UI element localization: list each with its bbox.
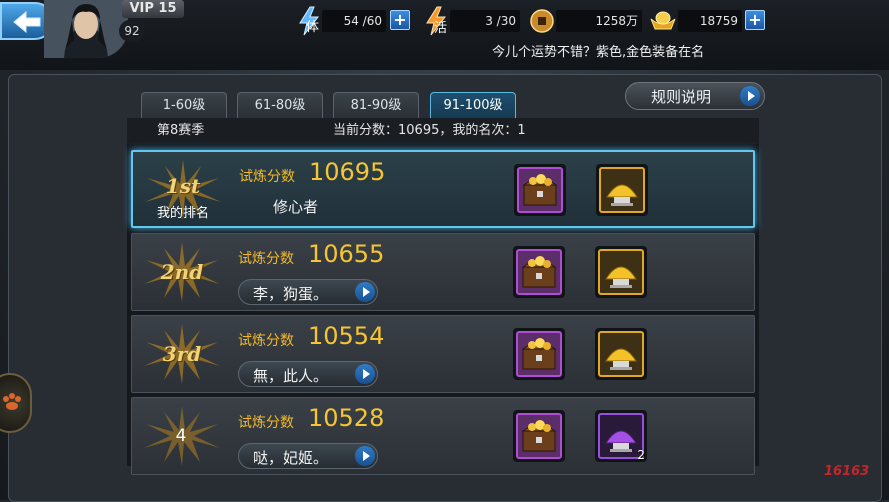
score-label: 试炼分数 [238,251,294,267]
rules-button-label: 规则说明 [651,88,712,106]
score-label: 试炼分数 [238,415,294,431]
stamina-plus-button[interactable]: + [390,10,410,30]
player-name-button[interactable]: 李，狗蛋。 [238,279,378,305]
my-rank-label: 我的排名 [156,206,209,221]
ranking-row[interactable]: 4 试炼分数 10528 哒，妃姬。 2 [131,397,755,475]
score-label: 试炼分数 [238,333,294,349]
coins-value: 1258万 [556,10,642,32]
treasure-chest-icon [517,167,563,213]
reward-slot[interactable] [596,164,648,216]
ranking-row[interactable]: 2nd 试炼分数 10655 李，狗蛋。 [131,233,755,311]
rank-label: 3rd [162,342,202,366]
season-bar: 第8赛季 当前分数：10695，我的名次：1 [127,118,759,144]
watermark-logo: 16163 [824,464,870,479]
season-label: 第8赛季 [157,123,205,138]
ranking-row[interactable]: 3rd 试炼分数 10554 無，此人。 [131,315,755,393]
tab-level-61-80[interactable]: 61-80级 [237,92,323,118]
rank-label: 2nd [160,260,204,284]
reward-slot[interactable] [513,410,565,462]
reward-slot[interactable] [595,246,647,298]
vigor-value: 3 /30 [450,10,520,32]
rank-label: 1st [165,174,201,198]
play-arrow-icon [740,86,760,106]
player-name-button[interactable]: 無，此人。 [238,361,378,387]
treasure-chest-icon [516,331,562,377]
gold-pile-icon [598,331,644,377]
score-label: 试炼分数 [239,169,295,185]
tab-level-1-60[interactable]: 1-60级 [141,92,227,118]
score-value: 10655 [308,240,385,268]
player-level: 92 [119,20,145,42]
vigor-label: 活 [434,21,448,36]
gold-value: 18759 [678,10,742,32]
player-name: 無，此人。 [253,367,329,385]
player-name-button[interactable]: 哒，妃姬。 [238,443,378,469]
rank-label: 4 [175,426,187,446]
treasure-chest-icon [516,249,562,295]
ranking-list: 1st 我的排名 试炼分数 10695 修心者 2nd 试炼分数 10655 李… [127,144,759,475]
treasure-chest-icon [516,413,562,459]
back-arrow-icon [13,10,41,34]
score-value: 10695 [309,158,386,186]
play-arrow-icon [355,446,375,466]
season-summary: 当前分数：10695，我的名次：1 [333,123,526,138]
score-value: 10554 [308,322,385,350]
reward-slot[interactable]: 2 [595,410,647,462]
player-name: 李，狗蛋。 [253,285,329,303]
stamina-label: 体 [306,20,320,35]
reward-slot[interactable] [513,328,565,380]
announcement-ticker: 今儿个运势不错？紫色,金色装备在名 [492,45,705,60]
rules-button[interactable]: 规则说明 [625,82,765,110]
reward-count: 2 [637,448,645,462]
vip-badge: VIP 15 [122,0,184,18]
ranking-row[interactable]: 1st 我的排名 试炼分数 10695 修心者 [131,150,755,228]
play-arrow-icon [355,364,375,384]
reward-slot[interactable] [595,328,647,380]
play-arrow-icon [355,282,375,302]
gold-plus-button[interactable]: + [745,10,765,30]
player-name: 哒，妃姬。 [253,449,329,467]
side-menu-toggle[interactable] [0,373,32,433]
reward-slot[interactable] [514,164,566,216]
hero-portrait-icon [44,0,128,58]
stamina-value: 54 /60 [322,10,386,32]
gold-pile-icon [598,249,644,295]
gold-ingot-icon [650,11,676,30]
tab-level-81-90[interactable]: 81-90级 [333,92,419,118]
reward-slot[interactable] [513,246,565,298]
coin-icon [530,9,554,33]
avatar[interactable] [44,0,128,58]
paw-icon [3,393,21,410]
tab-level-91-100[interactable]: 91-100级 [430,92,516,118]
score-value: 10528 [308,404,385,432]
gold-pile-icon [599,167,645,213]
player-name: 修心者 [273,198,319,216]
